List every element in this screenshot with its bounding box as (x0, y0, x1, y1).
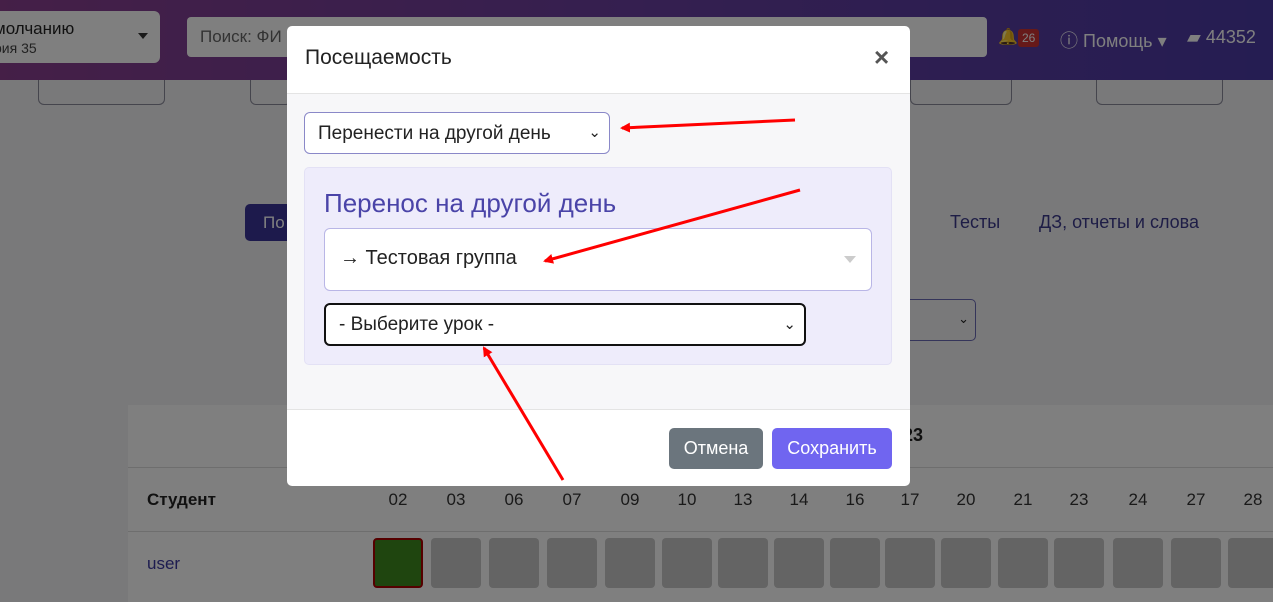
annotation-arrow (620, 118, 796, 133)
annotation-arrow (543, 188, 801, 264)
annotation-arrow (482, 346, 565, 481)
annotation-arrows (482, 118, 801, 481)
